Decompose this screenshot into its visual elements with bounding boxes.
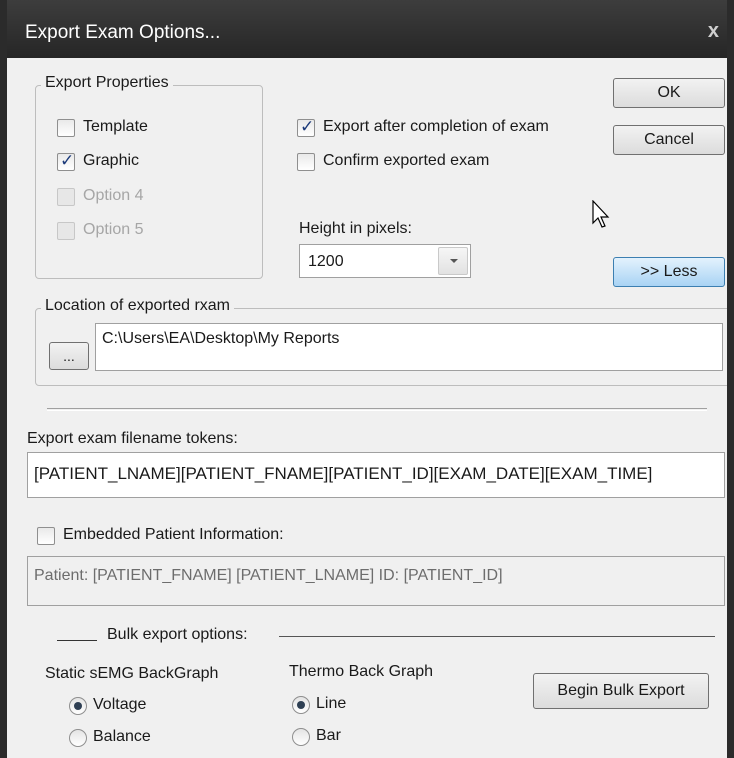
line-label: Line: [316, 695, 347, 712]
confirm-exported-checkbox[interactable]: [297, 153, 315, 171]
template-checkbox[interactable]: [57, 119, 75, 137]
option-5-label: Option 5: [83, 221, 144, 238]
voltage-label: Voltage: [93, 696, 147, 713]
mouse-cursor-icon: [592, 200, 610, 228]
browse-button[interactable]: ...: [49, 342, 89, 370]
bar-label: Bar: [316, 727, 341, 744]
option-4-checkbox: [57, 188, 75, 206]
filename-tokens-label: Export exam filename tokens:: [27, 430, 238, 447]
export-after-completion-label: Export after completion of exam: [323, 118, 549, 135]
static-semg-label: Static sEMG BackGraph: [45, 665, 219, 682]
bulk-line-left: [57, 640, 97, 641]
confirm-exported-label: Confirm exported exam: [323, 152, 490, 169]
location-path-field[interactable]: C:\Users\EA\Desktop\My Reports: [95, 323, 723, 371]
chevron-down-icon[interactable]: [438, 247, 468, 275]
height-value: 1200: [308, 253, 344, 270]
bar-radio[interactable]: [292, 728, 310, 746]
filename-tokens-field[interactable]: [PATIENT_LNAME][PATIENT_FNAME][PATIENT_I…: [27, 452, 725, 498]
begin-bulk-export-button[interactable]: Begin Bulk Export: [533, 673, 709, 709]
export-after-completion-checkbox[interactable]: [297, 117, 315, 137]
cancel-button[interactable]: Cancel: [613, 125, 725, 155]
line-radio[interactable]: [292, 696, 310, 714]
window-title: Export Exam Options...: [25, 22, 221, 43]
voltage-radio[interactable]: [69, 697, 87, 715]
location-label: Location of exported rxam: [41, 297, 234, 315]
balance-radio[interactable]: [69, 729, 87, 747]
section-divider: [47, 408, 707, 411]
export-properties-label: Export Properties: [41, 74, 173, 92]
embedded-info-field: Patient: [PATIENT_FNAME] [PATIENT_LNAME]…: [27, 556, 725, 606]
template-label: Template: [83, 118, 148, 135]
height-label: Height in pixels:: [299, 220, 412, 237]
export-exam-options-dialog: Export Exam Options... x Export Properti…: [0, 0, 734, 758]
graphic-checkbox[interactable]: [57, 151, 75, 171]
ok-button[interactable]: OK: [613, 78, 725, 108]
embedded-info-checkbox[interactable]: [37, 527, 55, 545]
height-dropdown[interactable]: 1200: [299, 244, 471, 278]
export-properties-group: [35, 85, 263, 279]
thermo-label: Thermo Back Graph: [289, 663, 434, 680]
option-5-checkbox: [57, 222, 75, 240]
embedded-info-label: Embedded Patient Information:: [63, 526, 284, 543]
title-bar: Export Exam Options... x: [7, 0, 727, 58]
close-icon[interactable]: x: [708, 20, 719, 43]
graphic-label: Graphic: [83, 152, 140, 169]
bulk-export-label: Bulk export options:: [107, 626, 248, 643]
bulk-line-right: [279, 636, 715, 637]
option-4-label: Option 4: [83, 187, 144, 204]
less-button[interactable]: >> Less: [613, 257, 725, 287]
balance-label: Balance: [93, 728, 151, 745]
